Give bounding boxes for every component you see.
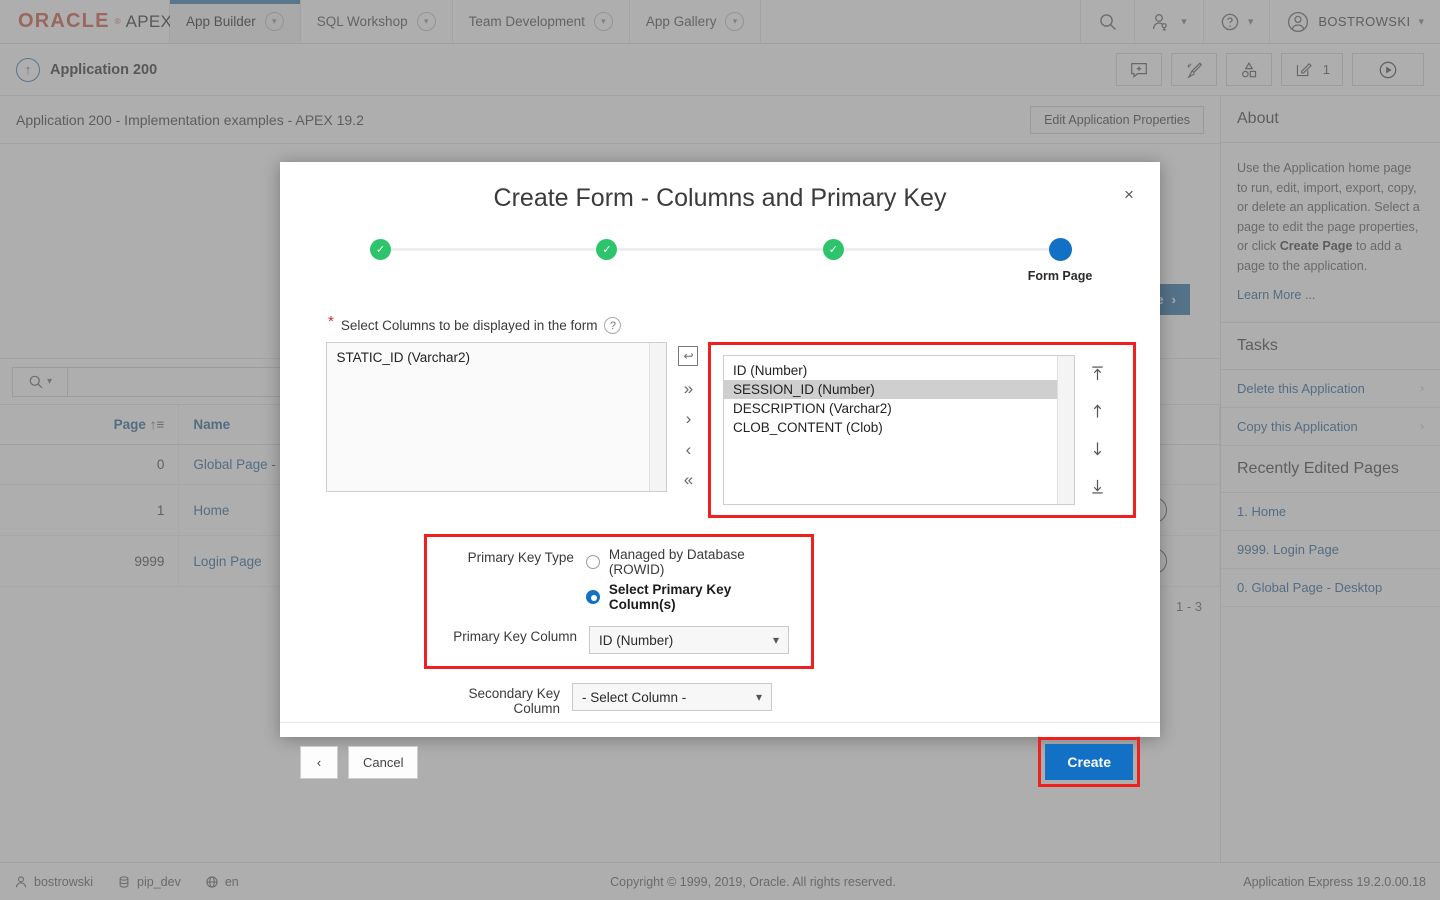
radio-select-primary-key-columns[interactable]: Select Primary Key Column(s)	[586, 582, 799, 612]
shuttle-move-buttons: ↩ » › ‹ «	[667, 342, 710, 492]
dialog-title: Create Form - Columns and Primary Key	[280, 184, 1160, 213]
selected-columns-listbox[interactable]: ID (Number) SESSION_ID (Number) DESCRIPT…	[723, 355, 1075, 505]
step-current-icon	[1049, 238, 1072, 261]
chevron-down-icon: ▾	[756, 690, 762, 704]
shuttle-label: * Select Columns to be displayed in the …	[328, 317, 1136, 334]
previous-button[interactable]: ‹	[300, 746, 338, 779]
move-left-button[interactable]: ‹	[686, 441, 692, 458]
selected-columns-highlight: ID (Number) SESSION_ID (Number) DESCRIPT…	[708, 342, 1136, 518]
wizard-step-label: Form Page	[1015, 269, 1105, 283]
move-down-button[interactable]	[1089, 440, 1106, 457]
secondary-key-column-select[interactable]: - Select Column - ▾	[572, 683, 772, 711]
move-to-bottom-button[interactable]	[1089, 478, 1106, 495]
primary-key-highlight: Primary Key Type Managed by Database (RO…	[424, 534, 814, 669]
radio-managed-by-database[interactable]: Managed by Database (ROWID)	[586, 547, 799, 577]
primary-key-section: Primary Key Type Managed by Database (RO…	[424, 534, 814, 716]
required-marker: *	[328, 313, 334, 330]
progress-line	[390, 248, 1050, 251]
primary-key-type-row: Primary Key Type Managed by Database (RO…	[439, 547, 799, 612]
dialog-header: Create Form - Columns and Primary Key × …	[280, 162, 1160, 317]
radio-label: Managed by Database (ROWID)	[609, 547, 799, 577]
available-columns-listbox[interactable]: STATIC_ID (Varchar2)	[326, 342, 667, 492]
radio-icon-selected[interactable]	[586, 590, 600, 604]
move-right-button[interactable]: ›	[686, 410, 692, 427]
secondary-key-column-label: Secondary Key Column	[422, 683, 572, 716]
cancel-button[interactable]: Cancel	[348, 746, 418, 779]
move-all-left-button[interactable]: «	[684, 471, 693, 488]
move-all-right-button[interactable]: »	[684, 380, 693, 397]
radio-icon[interactable]	[586, 555, 600, 569]
create-button-highlight: Create	[1038, 737, 1140, 787]
list-item[interactable]: CLOB_CONTENT (Clob)	[724, 418, 1074, 437]
dialog-body: * Select Columns to be displayed in the …	[280, 317, 1160, 722]
secondary-key-column-value: - Select Column -	[582, 690, 686, 705]
primary-key-column-label: Primary Key Column	[439, 626, 589, 644]
primary-key-type-radios: Managed by Database (ROWID) Select Prima…	[586, 547, 799, 612]
step-complete-icon: ✓	[596, 239, 617, 260]
primary-key-column-select[interactable]: ID (Number) ▾	[589, 626, 789, 654]
columns-shuttle: STATIC_ID (Varchar2) ↩ » › ‹ « ID (Numbe…	[304, 342, 1136, 518]
create-button[interactable]: Create	[1045, 744, 1133, 780]
step-complete-icon: ✓	[823, 239, 844, 260]
listbox-scrollbar[interactable]	[1057, 356, 1074, 504]
list-item-selected[interactable]: SESSION_ID (Number)	[724, 380, 1074, 399]
close-icon[interactable]: ×	[1116, 182, 1142, 208]
shuttle-label-text: Select Columns to be displayed in the fo…	[341, 318, 598, 333]
create-form-dialog: Create Form - Columns and Primary Key × …	[280, 162, 1160, 737]
reset-button[interactable]: ↩	[678, 346, 698, 366]
step-complete-icon: ✓	[370, 239, 391, 260]
chevron-down-icon: ▾	[773, 633, 779, 647]
move-up-button[interactable]	[1089, 403, 1106, 420]
primary-key-column-value: ID (Number)	[599, 633, 673, 648]
wizard-progress: ✓ ✓ ✓ Form Page	[380, 231, 1060, 309]
primary-key-type-label: Primary Key Type	[439, 547, 586, 565]
move-to-top-button[interactable]	[1089, 365, 1106, 382]
dialog-footer: ‹ Cancel Create	[280, 722, 1160, 801]
list-item[interactable]: STATIC_ID (Varchar2)	[327, 348, 666, 367]
list-item[interactable]: ID (Number)	[724, 361, 1074, 380]
secondary-key-column-row: Secondary Key Column - Select Column - ▾	[422, 683, 814, 716]
listbox-scrollbar[interactable]	[649, 343, 666, 491]
shuttle-order-buttons	[1075, 355, 1121, 505]
list-item[interactable]: DESCRIPTION (Varchar2)	[724, 399, 1074, 418]
help-icon[interactable]: ?	[604, 317, 621, 334]
app-root: ORACLE® APEX App Builder ▾ SQL Workshop …	[0, 0, 1440, 900]
radio-label: Select Primary Key Column(s)	[609, 582, 799, 612]
primary-key-column-row: Primary Key Column ID (Number) ▾	[439, 626, 799, 654]
